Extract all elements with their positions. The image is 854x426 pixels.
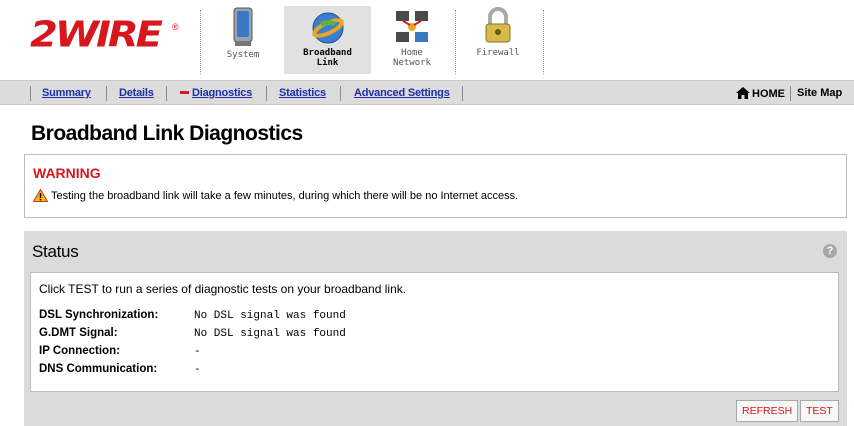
status-content: Click TEST to run a series of diagnostic…: [30, 272, 839, 392]
nav-separator: [790, 86, 791, 101]
status-label: G.DMT Signal:: [39, 327, 118, 339]
nav-separator: [266, 86, 267, 101]
status-title: Status: [32, 242, 79, 261]
header: 2WIRE ® System Broadband Link Home Netwo…: [0, 0, 854, 80]
nav-statistics[interactable]: Statistics: [279, 87, 326, 99]
site-map-link[interactable]: Site Map: [797, 87, 842, 99]
tab-label-line1: Home: [401, 48, 423, 58]
page-title: Broadband Link Diagnostics: [31, 122, 303, 145]
computer-icon: [233, 7, 253, 46]
refresh-button[interactable]: REFRESH: [736, 400, 799, 422]
status-row-dns-communication: DNS Communication: -: [39, 363, 639, 377]
nav-details[interactable]: Details: [119, 87, 154, 99]
home-label: HOME: [752, 88, 785, 100]
help-icon[interactable]: ?: [823, 244, 837, 258]
nav-advanced-settings[interactable]: Advanced Settings: [354, 87, 450, 99]
nav-separator: [30, 86, 31, 101]
brand-logo[interactable]: 2WIRE: [30, 14, 163, 55]
status-label: IP Connection:: [39, 345, 120, 357]
trademark-mark: ®: [172, 22, 179, 32]
warning-box: WARNING Testing the broadband link will …: [24, 154, 847, 218]
tab-broadband-link[interactable]: Broadband Link: [284, 6, 371, 74]
nav-separator: [106, 86, 107, 101]
warning-message: Testing the broadband link will take a f…: [33, 189, 518, 202]
sub-navigation: Summary Details Diagnostics Statistics A…: [0, 80, 854, 105]
nav-diagnostics-label: Diagnostics: [192, 87, 253, 99]
current-page-marker: [180, 90, 189, 94]
tab-label-line1: Broadband: [303, 48, 352, 58]
status-row-ip-connection: IP Connection: -: [39, 345, 639, 359]
globe-icon: [311, 12, 344, 44]
tab-label-line2: Network: [393, 58, 431, 68]
nav-separator: [340, 86, 341, 101]
warning-icon: [33, 189, 48, 202]
divider: [200, 10, 201, 74]
status-value: -: [194, 346, 201, 358]
home-link[interactable]: HOME: [736, 87, 785, 100]
nav-separator: [462, 86, 463, 101]
status-panel: Status ? Click TEST to run a series of d…: [24, 231, 847, 426]
nav-summary[interactable]: Summary: [42, 87, 91, 99]
home-icon: [736, 87, 750, 99]
test-button[interactable]: TEST: [800, 400, 839, 422]
tab-system[interactable]: System: [210, 6, 276, 74]
status-intro: Click TEST to run a series of diagnostic…: [39, 282, 407, 296]
status-value: -: [194, 364, 201, 376]
status-row-gdmt-signal: G.DMT Signal: No DSL signal was found: [39, 327, 639, 341]
status-row-dsl-sync: DSL Synchronization: No DSL signal was f…: [39, 309, 639, 323]
divider: [543, 10, 544, 74]
tab-home-network[interactable]: Home Network: [380, 6, 444, 74]
divider: [455, 10, 456, 74]
warning-title: WARNING: [33, 165, 101, 181]
tab-label: Firewall: [476, 48, 520, 58]
status-value: No DSL signal was found: [194, 328, 346, 340]
status-label: DSL Synchronization:: [39, 309, 159, 321]
padlock-icon: [485, 7, 511, 43]
nav-diagnostics[interactable]: Diagnostics: [180, 87, 252, 99]
tab-firewall[interactable]: Firewall: [466, 6, 530, 74]
warning-text: Testing the broadband link will take a f…: [51, 190, 519, 202]
network-icon: [396, 11, 428, 42]
nav-separator: [166, 86, 167, 101]
tab-label: System: [226, 50, 260, 60]
status-value: No DSL signal was found: [194, 310, 346, 322]
status-label: DNS Communication:: [39, 363, 158, 375]
tab-label-line2: Link: [316, 58, 339, 68]
